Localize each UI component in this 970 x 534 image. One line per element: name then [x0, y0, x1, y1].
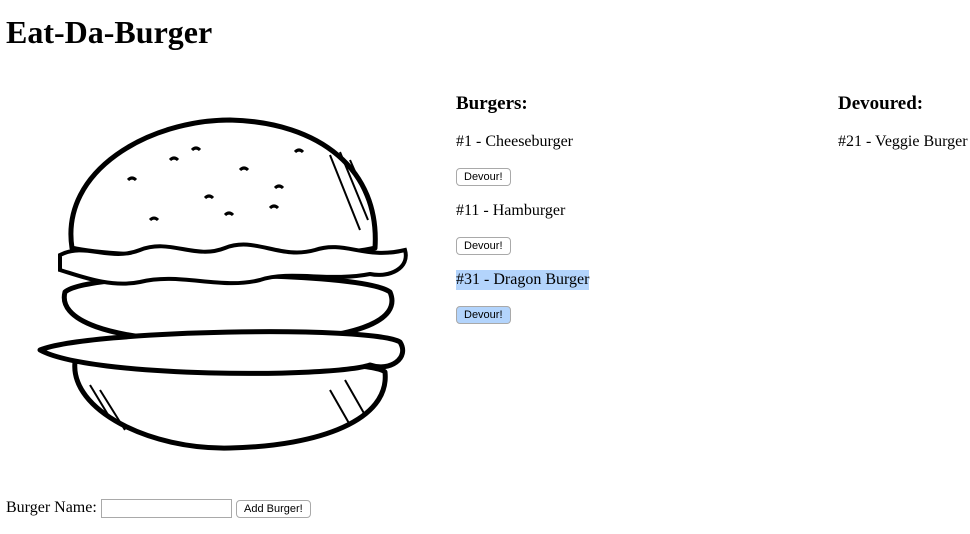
burger-name-label: Burger Name:	[6, 499, 97, 516]
burger-item-cheeseburger: #1 - Cheeseburger	[456, 133, 573, 150]
burger-name-input[interactable]	[101, 499, 232, 518]
burger-illustration	[37, 117, 408, 451]
devour-button[interactable]: Devour!	[456, 306, 511, 324]
burgers-heading: Burgers:	[456, 93, 528, 114]
page-title: Eat-Da-Burger	[6, 14, 213, 50]
devour-button[interactable]: Devour!	[456, 168, 511, 186]
devoured-heading: Devoured:	[838, 93, 924, 114]
add-burger-button[interactable]: Add Burger!	[236, 500, 311, 518]
devoured-item-veggie-burger: #21 - Veggie Burger	[838, 133, 968, 150]
devour-button[interactable]: Devour!	[456, 237, 511, 255]
burger-item-dragon-burger: #31 - Dragon Burger	[456, 270, 590, 290]
burger-item-hamburger: #11 - Hamburger	[456, 202, 566, 219]
